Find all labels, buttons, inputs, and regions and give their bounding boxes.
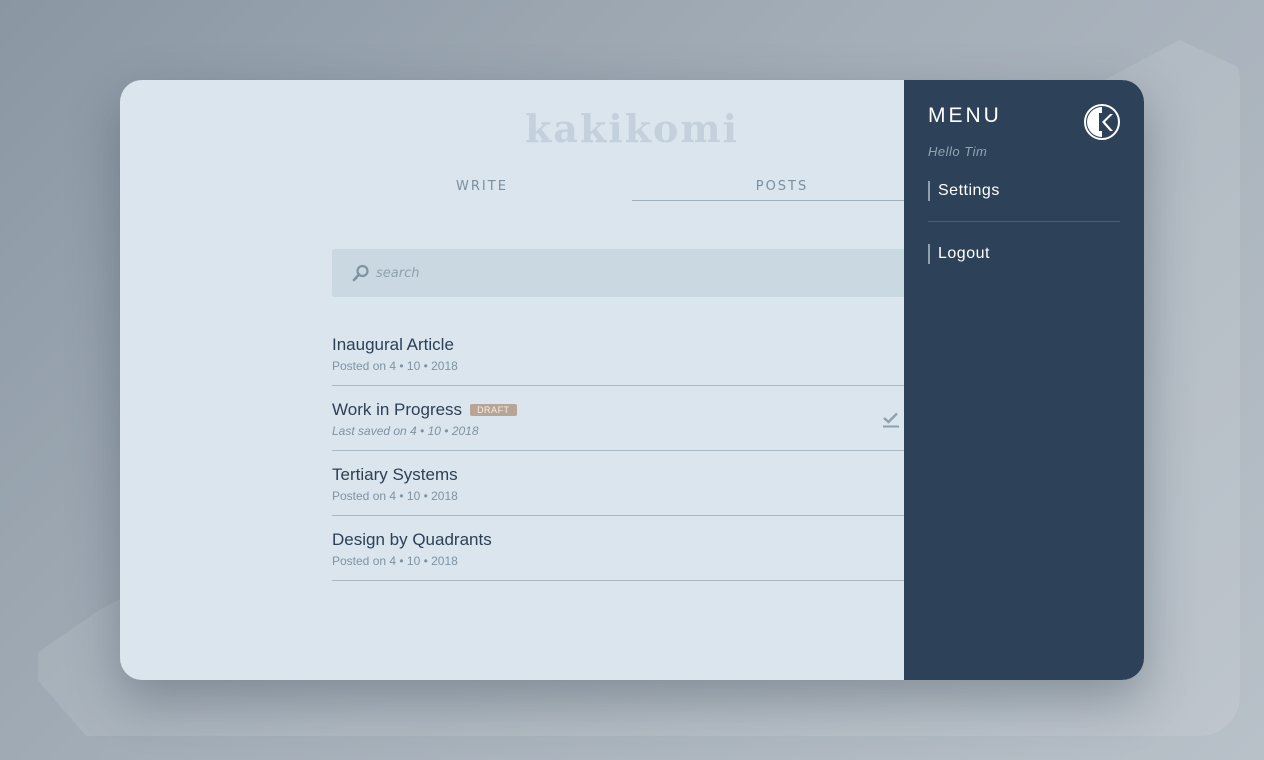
draft-badge: DRAFT: [470, 404, 517, 416]
tab-bar: WRITE POSTS: [332, 176, 932, 201]
list-item[interactable]: Inaugural Article Posted on 4 • 10 • 201…: [332, 321, 932, 386]
post-title: Work in Progress: [332, 400, 463, 419]
list-item[interactable]: Tertiary Systems Posted on 4 • 10 • 2018: [332, 451, 932, 516]
post-list: Inaugural Article Posted on 4 • 10 • 201…: [332, 321, 932, 581]
check-icon[interactable]: [882, 411, 900, 429]
list-item[interactable]: Work in Progress DRAFT Last saved on 4 •…: [332, 386, 932, 451]
menu-item-logout[interactable]: Logout: [928, 244, 1120, 264]
post-title: Design by Quadrants: [332, 530, 492, 549]
search-bar: [332, 249, 932, 297]
kakikomi-logo-icon[interactable]: [1084, 104, 1120, 140]
search-icon: [352, 264, 369, 282]
greeting: Hello Tim: [928, 144, 988, 159]
tab-write[interactable]: WRITE: [332, 176, 632, 201]
side-menu: MENU Hello Tim Settings Logout: [904, 80, 1144, 680]
menu-divider: [928, 221, 1120, 222]
post-date: Posted on 4 • 10 • 2018: [332, 359, 458, 373]
search-input[interactable]: [376, 265, 896, 281]
post-title: Inaugural Article: [332, 335, 454, 354]
post-title: Tertiary Systems: [332, 465, 458, 484]
post-date: Posted on 4 • 10 • 2018: [332, 554, 458, 568]
post-date: Last saved on 4 • 10 • 2018: [332, 424, 479, 438]
post-date: Posted on 4 • 10 • 2018: [332, 489, 458, 503]
list-item[interactable]: Design by Quadrants Posted on 4 • 10 • 2…: [332, 516, 932, 581]
tab-posts[interactable]: POSTS: [632, 176, 932, 201]
app-window: kakikomi WRITE POSTS Inaugural Article P…: [120, 80, 1144, 680]
app-logo: kakikomi: [524, 106, 740, 151]
menu-item-settings[interactable]: Settings: [928, 181, 1120, 201]
